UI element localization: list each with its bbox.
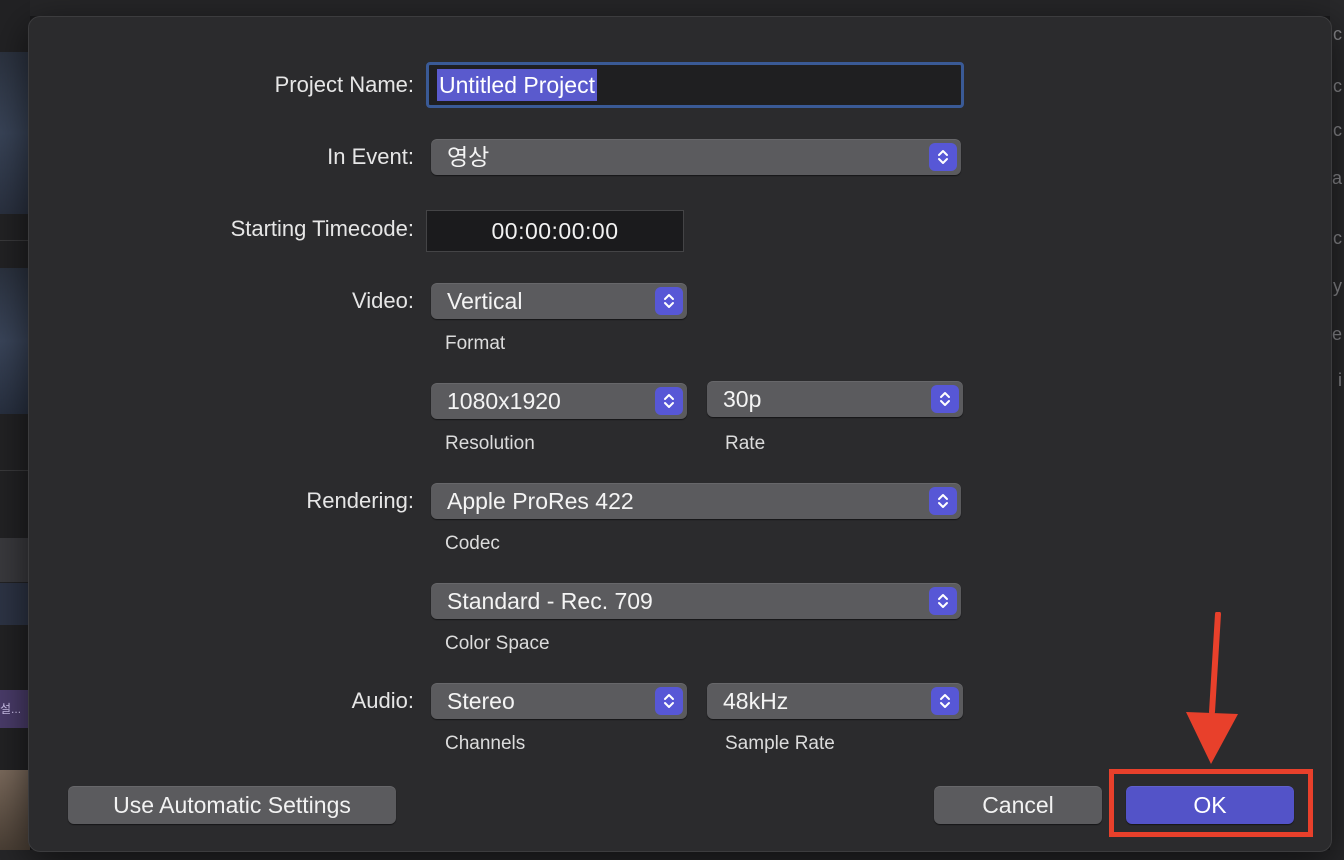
background-clip-thumbnail (0, 52, 30, 214)
background-clip-thumbnail (0, 538, 30, 582)
background-inspector-letter: e (1331, 324, 1342, 344)
sample-rate-popup[interactable]: 48kHz (707, 683, 963, 719)
up-down-chevron-icon (655, 387, 683, 415)
up-down-chevron-icon (931, 385, 959, 413)
project-name-label: Project Name: (274, 72, 414, 97)
background-divider (0, 240, 30, 241)
background-top-bar (0, 0, 1344, 16)
background-inspector-panel: c c c a c y e i (1330, 0, 1344, 860)
use-automatic-settings-button[interactable]: Use Automatic Settings (68, 786, 396, 824)
in-event-value: 영상 (447, 144, 490, 170)
background-inspector-letter: i (1338, 370, 1342, 390)
format-caption: Format (445, 333, 506, 354)
up-down-chevron-icon (929, 487, 957, 515)
channels-value: Stereo (447, 688, 515, 714)
color-space-caption: Color Space (445, 633, 550, 654)
codec-value: Apple ProRes 422 (447, 488, 634, 514)
background-clip-thumbnail (0, 268, 30, 414)
channels-popup[interactable]: Stereo (431, 683, 687, 719)
background-inspector-letter: c (1333, 76, 1342, 96)
sample-rate-value: 48kHz (723, 688, 789, 714)
in-event-label: In Event: (327, 144, 414, 169)
color-space-popup[interactable]: Standard - Rec. 709 (431, 583, 961, 619)
video-label: Video: (352, 288, 414, 313)
background-inspector-letter: y (1333, 276, 1342, 296)
background-browser-panel: 설... (0, 0, 30, 860)
resolution-popup[interactable]: 1080x1920 (431, 383, 687, 419)
starting-timecode-label: Starting Timecode: (230, 216, 414, 241)
background-clip-thumbnail (0, 770, 30, 850)
color-space-value: Standard - Rec. 709 (447, 588, 653, 614)
up-down-chevron-icon (655, 687, 683, 715)
background-inspector-letter: a (1331, 168, 1342, 188)
background-divider (0, 470, 30, 471)
up-down-chevron-icon (931, 687, 959, 715)
background-clip-label: 설... (0, 690, 30, 728)
up-down-chevron-icon (929, 587, 957, 615)
cancel-button[interactable]: Cancel (934, 786, 1102, 824)
background-inspector-letter: c (1333, 228, 1342, 248)
resolution-caption: Resolution (445, 433, 535, 454)
rate-popup[interactable]: 30p (707, 381, 963, 417)
audio-label: Audio: (351, 688, 414, 713)
rate-value: 30p (723, 386, 762, 412)
rate-caption: Rate (725, 433, 766, 454)
video-format-popup[interactable]: Vertical (431, 283, 687, 319)
in-event-popup[interactable]: 영상 (431, 139, 961, 175)
codec-caption: Codec (445, 533, 500, 554)
up-down-chevron-icon (655, 287, 683, 315)
up-down-chevron-icon (929, 143, 957, 171)
project-name-input[interactable]: Untitled Project (426, 62, 964, 108)
codec-popup[interactable]: Apple ProRes 422 (431, 483, 961, 519)
sample-rate-caption: Sample Rate (725, 733, 835, 754)
video-format-value: Vertical (447, 288, 523, 314)
starting-timecode-field[interactable]: 00:00:00:00 (426, 210, 684, 252)
project-name-selected-text: Untitled Project (437, 69, 597, 101)
resolution-value: 1080x1920 (447, 388, 561, 414)
app-window: 설... c c c a c y e i Project Name: Untit… (0, 0, 1344, 860)
ok-highlight-annotation (1109, 769, 1313, 837)
new-project-dialog: Project Name: Untitled Project In Event:… (28, 16, 1332, 852)
background-inspector-letter: c (1333, 24, 1342, 44)
channels-caption: Channels (445, 733, 526, 754)
rendering-label: Rendering: (306, 488, 414, 513)
background-inspector-letter: c (1333, 120, 1342, 140)
background-clip-thumbnail (0, 583, 30, 625)
arrow-down-icon (1186, 612, 1238, 764)
